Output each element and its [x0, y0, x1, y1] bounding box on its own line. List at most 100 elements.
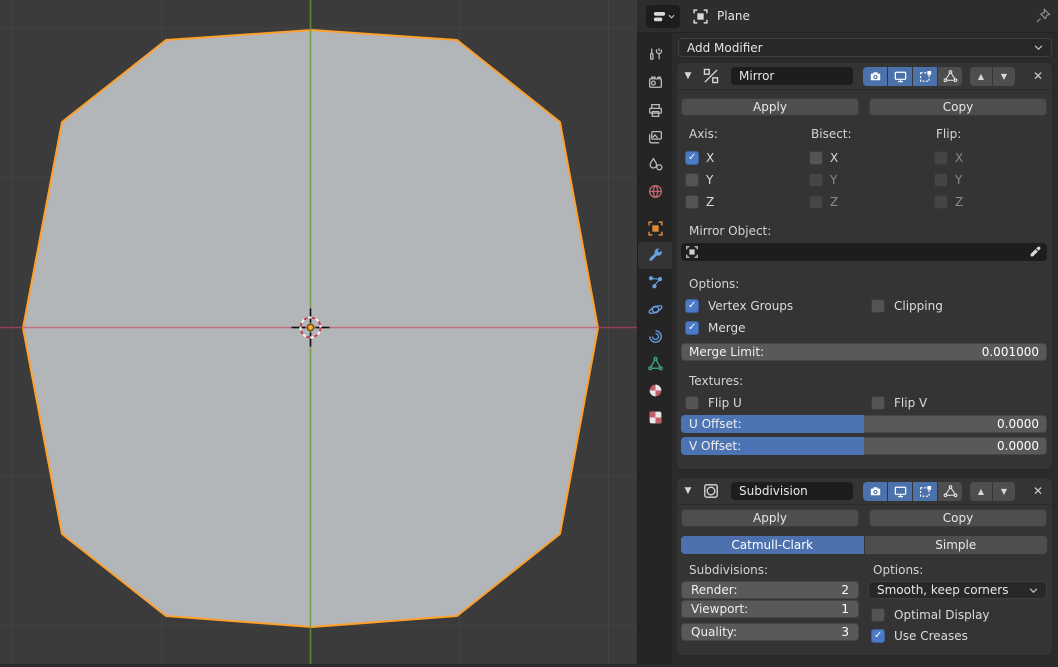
u-offset-value: 0.0000 [997, 417, 1039, 431]
delete-modifier-button[interactable] [1033, 484, 1043, 498]
viewport-3d[interactable] [0, 0, 637, 664]
uv-smooth-value: Smooth, keep corners [877, 583, 1029, 597]
simple-option[interactable]: Simple [865, 536, 1048, 554]
cage-vertices-icon [943, 69, 958, 84]
bisect-z-label: Z [830, 195, 838, 209]
flip-v-checkbox[interactable] [871, 396, 885, 410]
u-offset-slider[interactable]: U Offset: 0.0000 [681, 415, 1047, 433]
optimal-display-checkbox[interactable] [871, 608, 885, 622]
axis-x-checkbox[interactable] [685, 151, 699, 165]
tab-object-data[interactable] [638, 350, 673, 377]
catmull-clark-option[interactable]: Catmull-Clark [681, 536, 864, 554]
subdivisions-section-label: Subdivisions: [689, 563, 768, 577]
bisect-z-checkbox [809, 195, 823, 209]
move-modifier-up-button[interactable] [970, 482, 992, 501]
tab-render[interactable] [638, 69, 673, 96]
tab-particles[interactable] [638, 269, 673, 296]
use-creases-label: Use Creases [894, 629, 968, 643]
flip-x-label: X [955, 151, 963, 165]
apply-label: Apply [753, 100, 787, 114]
subdivision-apply-button[interactable]: Apply [681, 509, 859, 527]
subdivision-copy-button[interactable]: Copy [869, 509, 1047, 527]
axis-z-checkbox[interactable] [685, 195, 699, 209]
mirror-modifier-icon [702, 67, 720, 85]
tab-constraints[interactable] [638, 323, 673, 350]
editor-type-button[interactable] [646, 5, 680, 28]
mirror-copy-button[interactable]: Copy [869, 98, 1047, 116]
properties-header: Plane [637, 0, 1058, 33]
textures-section-label: Textures: [689, 374, 743, 388]
bisect-column-label: Bisect: [811, 127, 852, 141]
tab-view-layer[interactable] [638, 124, 673, 151]
show-editmode-toggle[interactable] [913, 67, 937, 86]
bisect-y-label: Y [830, 173, 837, 187]
vertex-groups-checkbox[interactable] [685, 299, 699, 313]
uv-smooth-dropdown[interactable]: Smooth, keep corners [868, 581, 1047, 599]
blender-window: { "header": { "object_name": "Plane" }, … [0, 0, 1058, 664]
particles-icon [647, 274, 664, 291]
flip-u-checkbox[interactable] [685, 396, 699, 410]
monitor-icon [893, 484, 908, 499]
move-modifier-down-button[interactable] [993, 482, 1015, 501]
cage-vertices-icon [943, 484, 958, 499]
show-on-cage-toggle[interactable] [938, 67, 962, 86]
bisect-x-checkbox[interactable] [809, 151, 823, 165]
merge-limit-slider[interactable]: Merge Limit: 0.001000 [681, 343, 1047, 361]
quality-field[interactable]: Quality: 3 [681, 623, 859, 641]
tab-modifiers[interactable] [638, 242, 673, 269]
mirror-panel-header: Mirror [677, 63, 1052, 90]
add-modifier-dropdown[interactable]: Add Modifier [678, 38, 1052, 57]
expand-toggle-icon[interactable] [677, 71, 699, 81]
scene-icon [647, 156, 664, 173]
show-render-toggle[interactable] [863, 67, 887, 86]
material-icon [647, 382, 664, 399]
display-toggles [863, 67, 962, 86]
modifier-name-text: Mirror [739, 69, 774, 83]
eyedropper-icon[interactable] [1028, 245, 1042, 259]
axis-y-label: Y [706, 173, 713, 187]
axis-y-checkbox[interactable] [685, 173, 699, 187]
tab-world[interactable] [638, 178, 673, 205]
flip-y-checkbox [934, 173, 948, 187]
display-toggles [863, 482, 962, 501]
show-viewport-toggle[interactable] [888, 67, 912, 86]
delete-modifier-button[interactable] [1033, 69, 1043, 83]
modifier-name-field[interactable]: Mirror [731, 67, 853, 85]
mirror-object-field[interactable] [681, 243, 1047, 261]
move-modifier-up-button[interactable] [970, 67, 992, 86]
mirror-modifier-panel: Mirror Apply Copy Axis: Bisect: Flip: X … [677, 63, 1052, 469]
breadcrumb-object-name[interactable]: Plane [717, 9, 750, 23]
mirror-apply-button[interactable]: Apply [681, 98, 859, 116]
render-subdivisions-field[interactable]: Render: 2 [681, 581, 859, 599]
tab-tool[interactable] [638, 41, 673, 68]
viewport-subdivisions-field[interactable]: Viewport: 1 [681, 600, 859, 618]
properties-editor-icon [652, 9, 667, 24]
tab-material[interactable] [638, 377, 673, 404]
move-modifier-down-button[interactable] [993, 67, 1015, 86]
tab-texture[interactable] [638, 404, 673, 431]
pin-icon[interactable] [1035, 8, 1051, 24]
flip-u-label: Flip U [708, 396, 742, 410]
tab-object[interactable] [638, 215, 673, 242]
show-viewport-toggle[interactable] [888, 482, 912, 501]
clipping-checkbox[interactable] [871, 299, 885, 313]
show-render-toggle[interactable] [863, 482, 887, 501]
axis-column-label: Axis: [689, 127, 718, 141]
catmull-clark-label: Catmull-Clark [731, 538, 813, 552]
use-creases-checkbox[interactable] [871, 629, 885, 643]
viewport-label: Viewport: [691, 602, 748, 616]
expand-toggle-icon[interactable] [677, 486, 699, 496]
chevron-down-icon [668, 13, 675, 20]
output-icon [647, 102, 664, 119]
quality-value: 3 [841, 625, 849, 639]
tab-physics[interactable] [638, 296, 673, 323]
flip-y-label: Y [955, 173, 962, 187]
show-editmode-toggle[interactable] [913, 482, 937, 501]
show-on-cage-toggle[interactable] [938, 482, 962, 501]
v-offset-slider[interactable]: V Offset: 0.0000 [681, 437, 1047, 455]
render-label: Render: [691, 583, 738, 597]
merge-checkbox[interactable] [685, 321, 699, 335]
tab-scene[interactable] [638, 151, 673, 178]
tab-output[interactable] [638, 97, 673, 124]
modifier-name-field[interactable]: Subdivision [731, 482, 853, 500]
